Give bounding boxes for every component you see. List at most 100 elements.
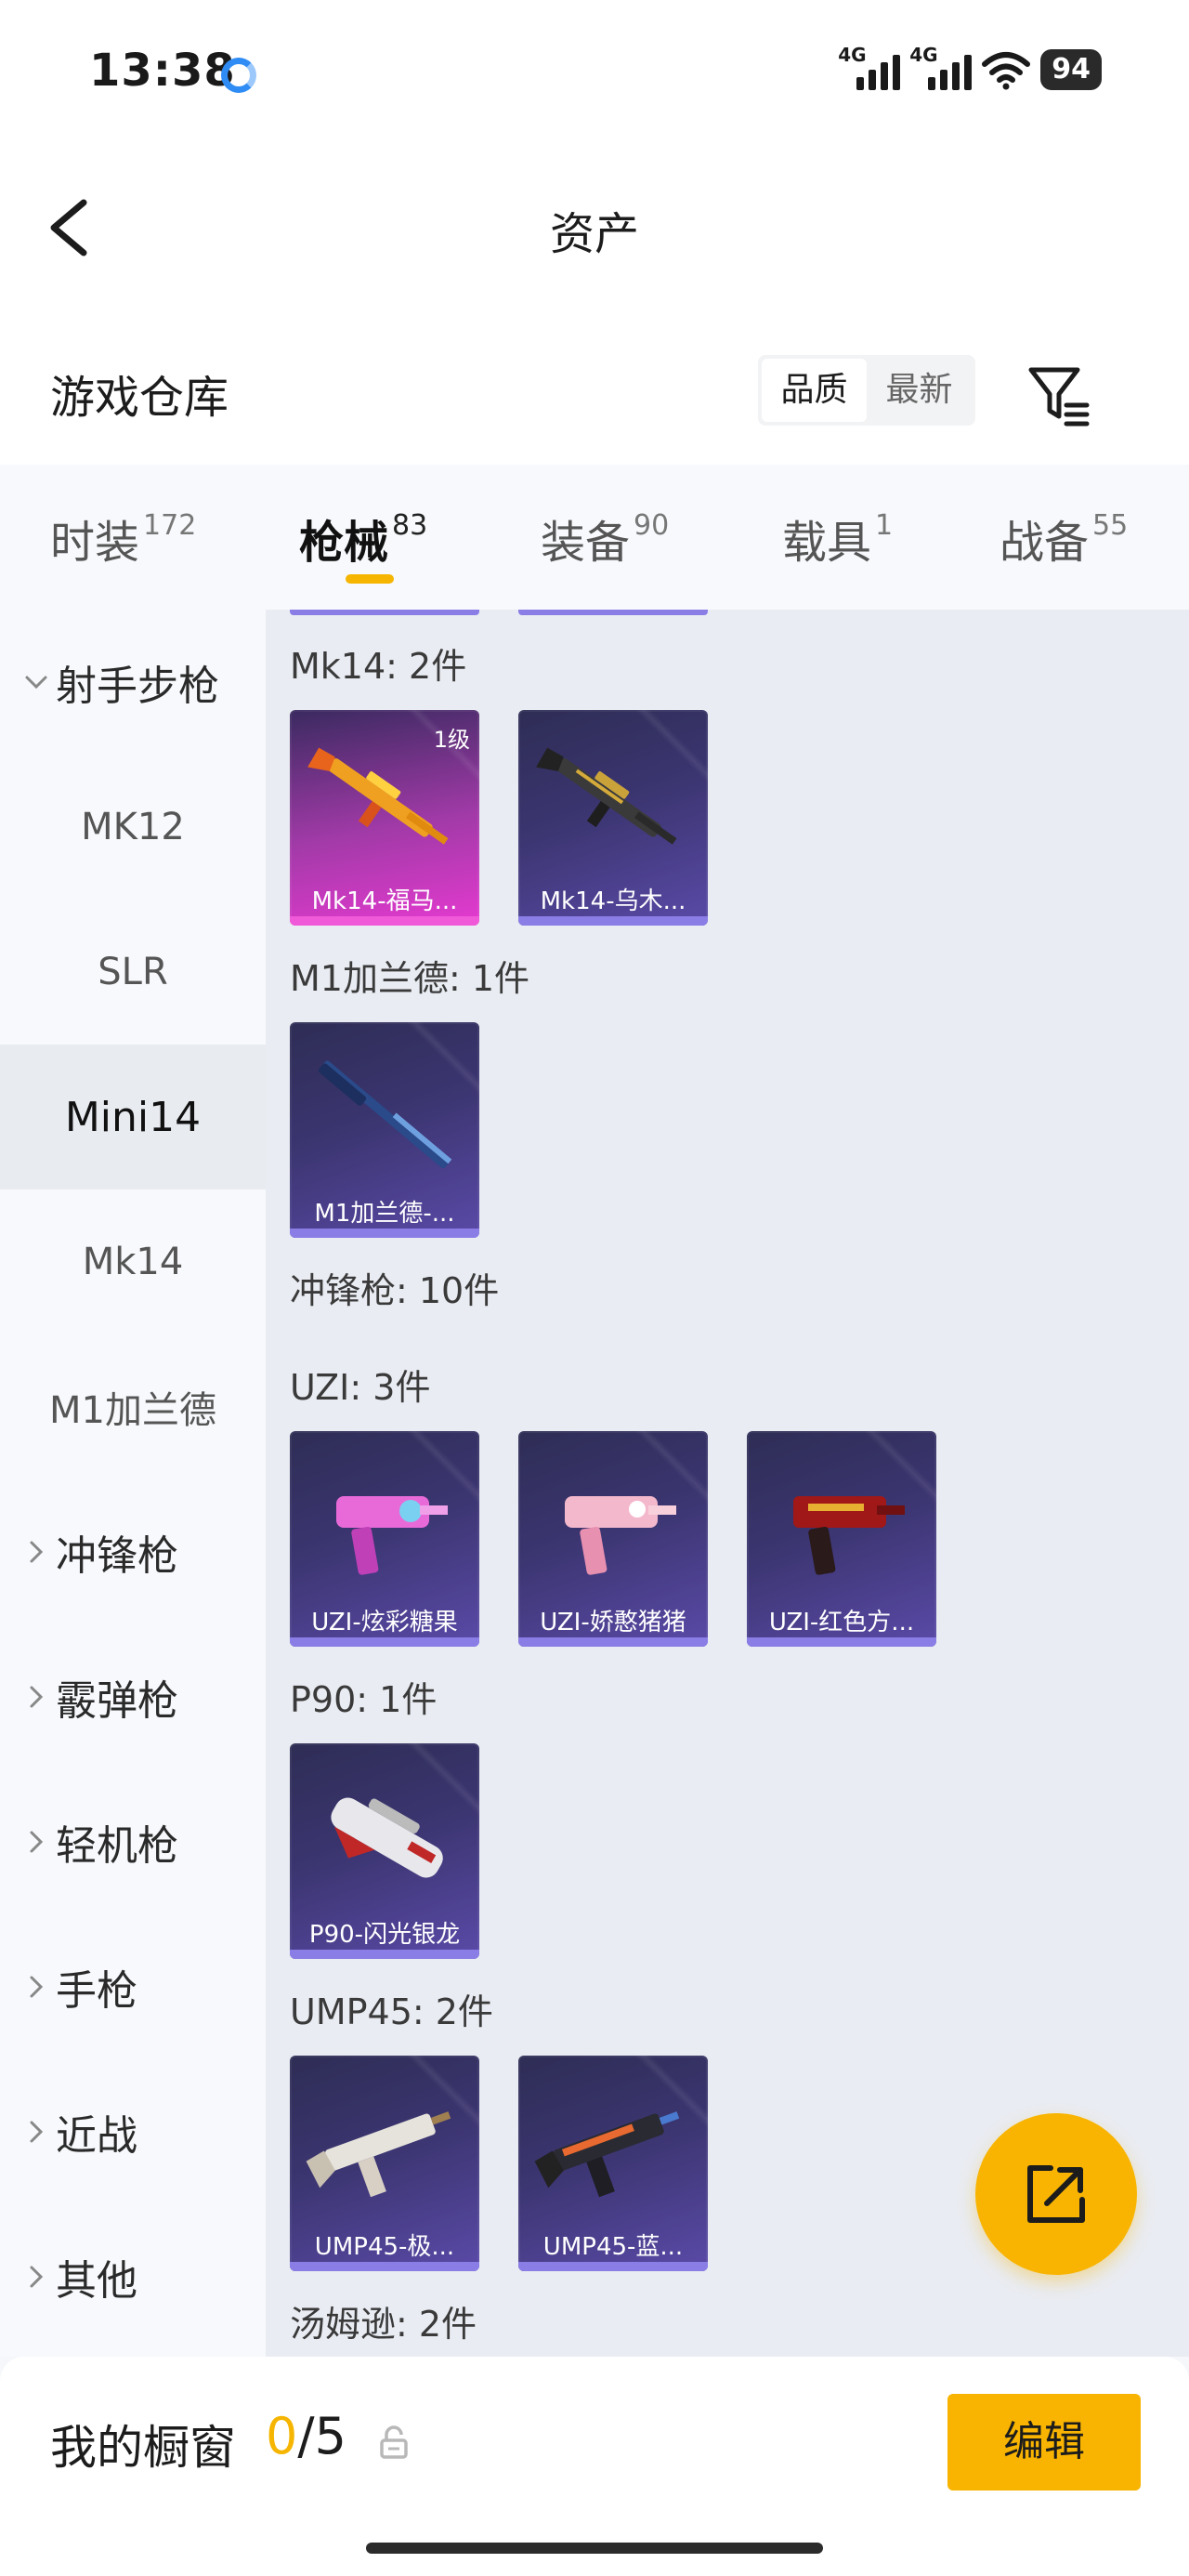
lock-icon: [380, 2425, 408, 2459]
sidebar-item-other[interactable]: 其他: [0, 2204, 266, 2349]
status-bar: 13:38 4G 4G 94: [0, 0, 1189, 149]
share-icon: [1027, 2165, 1085, 2223]
tab-count: 90: [634, 509, 670, 542]
tab-count: 1: [875, 509, 894, 542]
item-card[interactable]: P90-闪光银龙: [290, 1743, 479, 1959]
chevron-right-icon: [22, 2265, 50, 2289]
sidebar-item-mk12[interactable]: MK12: [0, 755, 266, 900]
item-card[interactable]: UMP45-极...: [290, 2056, 479, 2271]
status-indicators: 4G 4G 94: [838, 44, 1102, 93]
sidebar-item-label: 轻机枪: [56, 1822, 178, 1870]
sidebar-item-m1-garand[interactable]: M1加兰德: [0, 1334, 266, 1479]
battery-indicator: 94: [1040, 49, 1102, 90]
sidebar-item-label: M1加兰德: [49, 1389, 216, 1432]
tab-count: 172: [143, 509, 197, 542]
smg-icon: [565, 1496, 676, 1575]
signal-icon-2: 4G: [909, 44, 973, 90]
tab-supplies[interactable]: 战备 55: [1000, 506, 1128, 571]
item-name: M1加兰德-...: [314, 1200, 455, 1228]
rifle-icon: [536, 747, 677, 845]
page-header: 资产: [0, 149, 1189, 307]
wifi-icon: [981, 49, 1031, 90]
smg-icon: [534, 2111, 680, 2198]
app-notification-icon: [221, 58, 256, 93]
sort-latest-button[interactable]: 最新: [867, 359, 972, 422]
tab-count: 55: [1092, 509, 1129, 542]
tab-label: 枪械: [299, 517, 389, 569]
group-label: P90: 1件: [290, 1679, 438, 1720]
tab-vehicles[interactable]: 载具 1: [782, 506, 893, 571]
sidebar-item-mk14[interactable]: Mk14: [0, 1189, 266, 1334]
sidebar-item-label: 近战: [56, 2112, 137, 2160]
tab-equipment[interactable]: 装备 90: [541, 506, 669, 571]
showcase-bar: 我的橱窗 0/5 编辑: [0, 2357, 1189, 2576]
tab-label: 装备: [541, 517, 631, 569]
item-name: UZI-红色方...: [768, 1609, 915, 1636]
item-card[interactable]: UZI-炫彩糖果: [290, 1431, 479, 1647]
sidebar-item-melee[interactable]: 近战: [0, 2059, 266, 2204]
showcase-count: 0/5: [266, 2407, 346, 2465]
partial-card: [290, 610, 479, 615]
sidebar-item-label: 霰弹枪: [56, 1677, 178, 1725]
item-card[interactable]: UZI-红色方...: [747, 1431, 936, 1647]
chevron-right-icon: [22, 2120, 50, 2144]
sidebar-item-label: MK12: [81, 806, 185, 848]
sidebar-item-label: 射手步枪: [56, 663, 219, 710]
status-time: 13:38: [89, 45, 236, 97]
sort-toggle: 品质 最新: [758, 355, 975, 426]
item-name: UZI-炫彩糖果: [311, 1609, 458, 1636]
sidebar-item-pistol[interactable]: 手枪: [0, 1914, 266, 2059]
sidebar-item-shotgun[interactable]: 霰弹枪: [0, 1624, 266, 1769]
item-name: UZI-娇憨猪猪: [540, 1609, 686, 1636]
item-card[interactable]: M1加兰德-...: [290, 1022, 479, 1238]
showcase-current-count: 0: [266, 2407, 298, 2465]
sidebar-item-slr[interactable]: SLR: [0, 900, 266, 1045]
rifle-icon: [307, 747, 449, 845]
showcase-label: 我的橱窗: [50, 2421, 236, 2475]
home-indicator[interactable]: [366, 2543, 823, 2554]
signal-icon: 4G: [838, 44, 901, 90]
rifle-icon: [318, 1060, 452, 1169]
share-button[interactable]: [975, 2113, 1137, 2275]
edit-button[interactable]: 编辑: [947, 2394, 1141, 2491]
item-name: UMP45-蓝...: [542, 2233, 684, 2261]
group-label: UZI: 3件: [290, 1367, 431, 1408]
tab-label: 时装: [50, 517, 140, 569]
filter-icon: [1028, 367, 1090, 427]
item-card[interactable]: UMP45-蓝...: [518, 2056, 708, 2271]
smg-icon: [306, 2111, 451, 2198]
smg-icon: [336, 1496, 448, 1575]
item-grid: Mk14: 2件 1级 Mk14-福马... Mk14-乌木... M1加兰德:…: [266, 610, 1189, 2357]
sidebar-item-label: Mk14: [82, 1241, 184, 1283]
warehouse-header: 游戏仓库 品质 最新: [0, 307, 1189, 465]
item-card[interactable]: Mk14-乌木...: [518, 710, 708, 926]
chevron-down-icon: [22, 675, 50, 690]
item-card[interactable]: UZI-娇憨猪猪: [518, 1431, 708, 1647]
showcase-total-count: 5: [314, 2407, 346, 2465]
group-label: UMP45: 2件: [290, 1991, 493, 2032]
active-tab-indicator: [346, 574, 394, 584]
tab-guns[interactable]: 枪械 83: [299, 506, 427, 571]
group-label: 汤姆逊: 2件: [290, 2304, 477, 2345]
showcase-separator: /: [297, 2407, 315, 2465]
warehouse-title: 游戏仓库: [50, 372, 229, 424]
item-card[interactable]: 1级 Mk14-福马...: [290, 710, 479, 926]
sidebar-item-marksman-rifles[interactable]: 射手步枪: [0, 610, 266, 755]
sort-quality-button[interactable]: 品质: [762, 359, 867, 422]
sidebar-item-label: Mini14: [64, 1093, 202, 1141]
group-label: 冲锋枪: 10件: [290, 1270, 500, 1311]
sidebar-item-label: SLR: [98, 951, 168, 993]
sidebar-item-lmg[interactable]: 轻机枪: [0, 1769, 266, 1914]
tab-count: 83: [392, 509, 428, 542]
chevron-right-icon: [22, 1685, 50, 1709]
sidebar: 射手步枪 MK12 SLR Mini14 Mk14 M1加兰德 冲锋枪 霰弹枪 …: [0, 610, 266, 2357]
tab-label: 载具: [782, 517, 872, 569]
item-name: Mk14-福马...: [311, 887, 458, 915]
chevron-right-icon: [22, 1540, 50, 1564]
sidebar-item-mini14[interactable]: Mini14: [0, 1045, 266, 1189]
signal-label: 4G: [838, 44, 867, 66]
tab-fashion[interactable]: 时装 172: [50, 506, 196, 571]
group-label: Mk14: 2件: [290, 646, 467, 687]
filter-button[interactable]: [1026, 362, 1092, 427]
sidebar-item-smg[interactable]: 冲锋枪: [0, 1479, 266, 1624]
